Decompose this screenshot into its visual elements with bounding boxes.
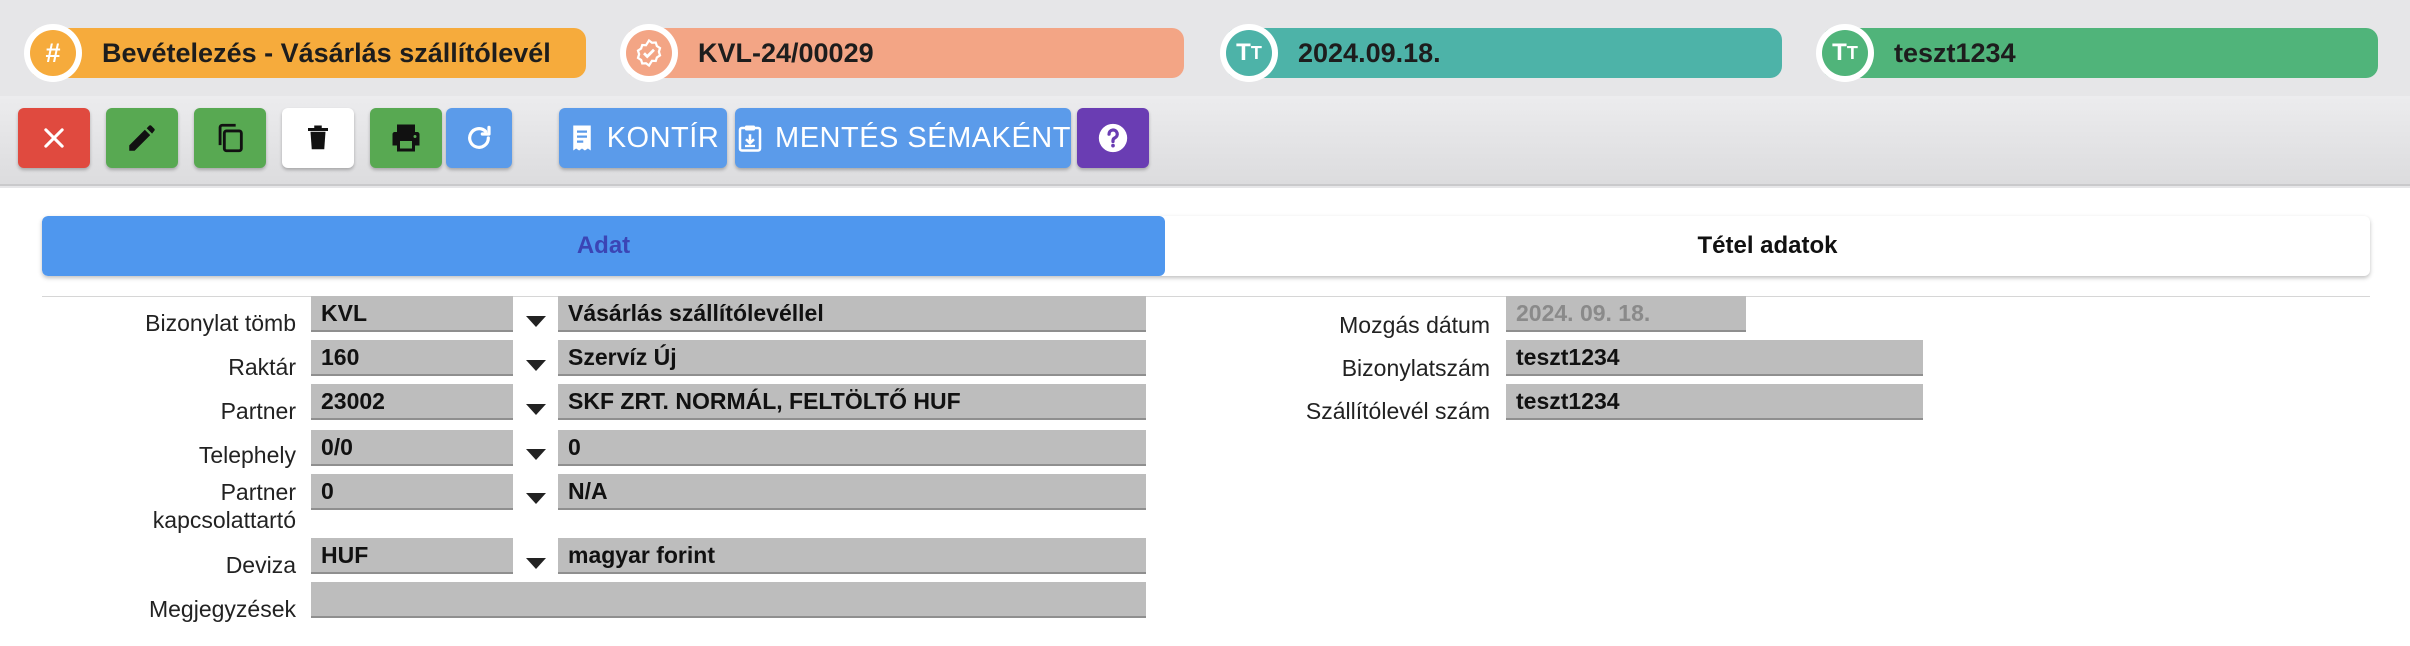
warehouse-label: Raktár — [228, 354, 296, 380]
document-number-field[interactable]: teszt1234 — [1506, 340, 1923, 376]
document-number-text: KVL-24/00029 — [698, 37, 874, 68]
movement-date-label: Mozgás dátum — [1339, 312, 1490, 338]
edit-button[interactable] — [106, 108, 178, 168]
tab-bar: Adat Tétel adatok — [42, 216, 2370, 276]
chevron-down-icon[interactable] — [526, 449, 546, 460]
partner-contact-label: Partner kapcsolattartó — [152, 479, 296, 533]
chevron-down-icon[interactable] — [526, 316, 546, 327]
help-button[interactable] — [1077, 108, 1149, 168]
date-chip: TT 2024.09.18. — [1220, 24, 1782, 82]
notes-field[interactable] — [311, 582, 1146, 618]
pencil-icon — [129, 125, 155, 151]
delivery-note-number-label: Szállítólevél szám — [1305, 398, 1490, 424]
refresh-button[interactable] — [446, 108, 512, 168]
trash-icon — [308, 125, 328, 150]
document-block-code-field[interactable]: KVL — [311, 296, 513, 332]
document-number-label: Bizonylatszám — [1341, 355, 1490, 381]
close-button[interactable] — [18, 108, 90, 168]
partner-label: Partner — [220, 398, 296, 424]
site-code-field[interactable]: 0/0 — [311, 430, 513, 466]
main-content: Adat Tétel adatok Bizonylat tömb KVL Vás… — [0, 188, 2410, 646]
reference-text: teszt1234 — [1894, 37, 2016, 68]
copy-icon — [218, 123, 243, 153]
currency-name-field: magyar forint — [558, 538, 1146, 574]
document-number-chip: KVL-24/00029 — [620, 24, 1184, 82]
tab-item-data[interactable]: Tétel adatok — [1165, 216, 2370, 276]
document-type-chip: # Bevételezés - Vásárlás szállítólevél — [24, 24, 586, 82]
copy-button[interactable] — [194, 108, 266, 168]
printer-icon — [392, 124, 420, 152]
site-name-field: 0 — [558, 430, 1146, 466]
movement-date-field: 2024. 09. 18. — [1506, 296, 1746, 332]
document-block-label: Bizonylat tömb — [145, 310, 296, 336]
warehouse-code-field[interactable]: 160 — [311, 340, 513, 376]
receipt-icon — [572, 125, 591, 151]
warehouse-name-field: Szervíz Új — [558, 340, 1146, 376]
chevron-down-icon[interactable] — [526, 493, 546, 504]
badge-check-icon — [626, 30, 672, 76]
chevron-down-icon[interactable] — [526, 360, 546, 371]
tab-data[interactable]: Adat — [42, 216, 1165, 276]
delivery-note-number-field[interactable]: teszt1234 — [1506, 384, 1923, 420]
chevron-down-icon[interactable] — [526, 404, 546, 415]
delete-button[interactable] — [282, 108, 354, 168]
save-as-schema-button[interactable]: MENTÉS SÉMAKÉNT — [735, 108, 1071, 168]
print-button[interactable] — [370, 108, 442, 168]
kontir-label: KONTÍR — [606, 121, 720, 154]
site-label: Telephely — [198, 442, 296, 468]
partner-code-field[interactable]: 23002 — [311, 384, 513, 420]
toolbar: KONTÍR MENTÉS SÉMAKÉNT — [0, 96, 2410, 186]
close-icon — [44, 128, 64, 148]
clipboard-icon — [738, 125, 762, 152]
help-icon — [1098, 123, 1128, 153]
document-block-name-field: Vásárlás szállítólevéllel — [558, 296, 1146, 332]
notes-label: Megjegyzések — [148, 596, 296, 622]
header-chips: # Bevételezés - Vásárlás szállítólevél K… — [0, 0, 2410, 96]
chevron-down-icon[interactable] — [526, 558, 546, 569]
text-type-icon: TT — [1822, 30, 1868, 76]
date-text: 2024.09.18. — [1298, 37, 1441, 68]
partner-contact-code-field[interactable]: 0 — [311, 474, 513, 510]
kontir-button[interactable]: KONTÍR — [559, 108, 727, 168]
reference-chip: TT teszt1234 — [1816, 24, 2378, 82]
hash-icon: # — [30, 30, 76, 76]
currency-code-field[interactable]: HUF — [311, 538, 513, 574]
refresh-icon — [468, 125, 491, 149]
partner-contact-name-field: N/A — [558, 474, 1146, 510]
text-type-icon: TT — [1226, 30, 1272, 76]
save-as-schema-label: MENTÉS SÉMAKÉNT — [775, 121, 1071, 154]
partner-name-field: SKF ZRT. NORMÁL, FELTÖLTŐ HUF — [558, 384, 1146, 420]
currency-label: Deviza — [225, 552, 296, 578]
document-type-text: Bevételezés - Vásárlás szállítólevél — [102, 37, 551, 68]
